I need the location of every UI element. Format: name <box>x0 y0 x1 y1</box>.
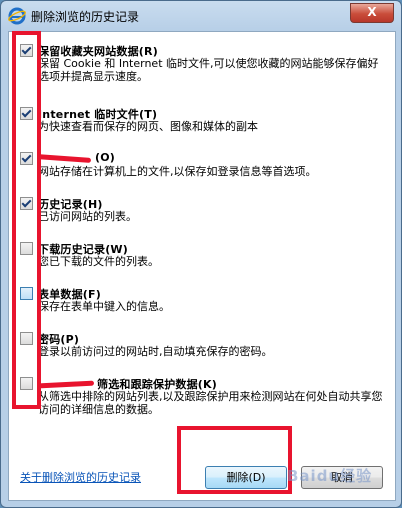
option-passwords[interactable]: 密码(P) 登录以前访问过的网站时,自动填充保存的密码。 <box>9 328 395 368</box>
watermark: Baidu经验 <box>287 467 373 485</box>
option-tracking-protection[interactable]: 筛选和跟踪保护数据(K) 从筛选中排除的网站列表,以及跟踪保护用来检测网站在何处… <box>9 373 395 433</box>
title-bar[interactable]: 删除浏览的历史记录 X <box>1 1 401 31</box>
annotation-checkbox-frame <box>12 31 41 409</box>
window-title: 删除浏览的历史记录 <box>31 10 140 24</box>
option-description: 为快速查看而保存的网页、图像和媒体的副本 <box>38 120 258 133</box>
option-cookies[interactable]: (O) 网站存储在计算机上的文件,以保存如登录信息等首选项。 <box>9 148 395 188</box>
about-delete-history-link[interactable]: 关于删除浏览的历史记录 <box>20 469 141 485</box>
option-description: 保存在表单中键入的信息。 <box>38 300 170 313</box>
option-preserve-favorites[interactable]: 保留收藏夹网站数据(R) 保留 Cookie 和 Internet 临时文件,可… <box>9 40 395 83</box>
internet-explorer-icon <box>8 7 26 25</box>
close-button[interactable]: X <box>350 3 394 23</box>
option-history[interactable]: 历史记录(H) 已访问网站的列表。 <box>9 193 395 233</box>
option-form-data[interactable]: 表单数据(F) 保存在表单中键入的信息。 <box>9 283 395 323</box>
option-description: 您已下载的文件的列表。 <box>38 255 159 268</box>
annotation-scribble <box>38 380 95 389</box>
option-description: 登录以前访问过的网站时,自动填充保存的密码。 <box>38 345 273 358</box>
option-description: 网站存储在计算机上的文件,以保存如登录信息等首选项。 <box>38 165 317 178</box>
option-download-history[interactable]: 下载历史记录(W) 您已下载的文件的列表。 <box>9 238 395 278</box>
option-title: (O) <box>95 151 116 164</box>
annotation-scribble <box>36 154 92 163</box>
option-description: 从筛选中排除的网站列表,以及跟踪保护用来检测网站在何处自动共享您访问的详细信息的… <box>38 390 383 416</box>
annotation-delete-frame <box>177 426 292 494</box>
option-description: 保留 Cookie 和 Internet 临时文件,可以使您收藏的网站能够保存偏… <box>38 57 379 83</box>
option-description: 已访问网站的列表。 <box>38 210 137 223</box>
option-temp-files[interactable]: Internet 临时文件(T) 为快速查看而保存的网页、图像和媒体的副本 <box>9 103 395 143</box>
delete-browsing-history-dialog: 删除浏览的历史记录 X 保留收藏夹网站数据(R) 保留 Cookie 和 Int… <box>0 0 402 508</box>
